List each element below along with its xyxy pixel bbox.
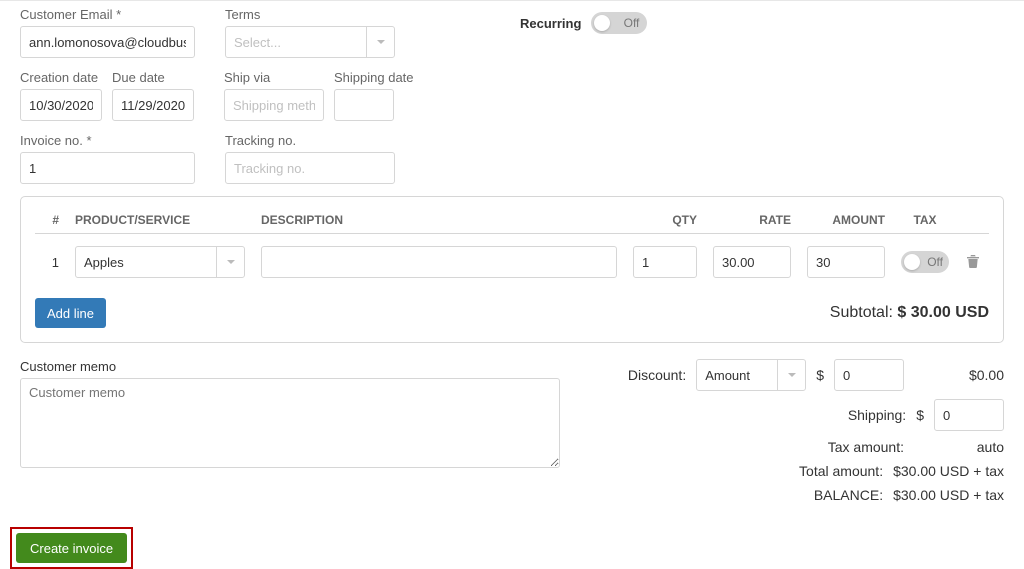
discount-value-input[interactable] bbox=[834, 359, 904, 391]
subtotal-value: $ 30.00 USD bbox=[897, 304, 989, 321]
ship-via-label: Ship via bbox=[224, 70, 324, 85]
shipping-date-input[interactable] bbox=[334, 89, 394, 121]
discount-type-text: Amount bbox=[697, 368, 777, 383]
due-date-label: Due date bbox=[112, 70, 194, 85]
total-amount-value: $30.00 USD + tax bbox=[893, 463, 1004, 479]
recurring-toggle-state: Off bbox=[624, 16, 640, 30]
discount-type-select[interactable]: Amount bbox=[696, 359, 806, 391]
tracking-no-input[interactable] bbox=[225, 152, 395, 184]
discount-result: $0.00 bbox=[914, 367, 1004, 383]
shipping-currency: $ bbox=[916, 407, 924, 423]
line-tax-toggle[interactable]: Off bbox=[901, 251, 949, 273]
customer-email-input[interactable] bbox=[20, 26, 195, 58]
shipping-label: Shipping: bbox=[848, 407, 906, 423]
col-tax: TAX bbox=[901, 213, 949, 227]
line-items-header: # PRODUCT/SERVICE DESCRIPTION QTY RATE A… bbox=[35, 207, 989, 234]
tracking-no-label: Tracking no. bbox=[225, 133, 395, 148]
line-product-select[interactable]: Apples bbox=[75, 246, 245, 278]
customer-memo-input[interactable] bbox=[20, 378, 560, 468]
chevron-down-icon bbox=[777, 360, 805, 390]
line-items-panel: # PRODUCT/SERVICE DESCRIPTION QTY RATE A… bbox=[20, 196, 1004, 343]
col-amount: AMOUNT bbox=[807, 213, 885, 227]
shipping-date-label: Shipping date bbox=[334, 70, 414, 85]
tax-amount-value: auto bbox=[914, 439, 1004, 455]
recurring-toggle[interactable]: Off bbox=[591, 12, 647, 34]
line-row: 1 Apples Off bbox=[35, 234, 989, 286]
terms-select-text: Select... bbox=[226, 35, 366, 50]
create-invoice-button[interactable]: Create invoice bbox=[16, 533, 127, 563]
recurring-label: Recurring bbox=[520, 16, 581, 31]
terms-select[interactable]: Select... bbox=[225, 26, 395, 58]
shipping-value-input[interactable] bbox=[934, 399, 1004, 431]
add-line-button[interactable]: Add line bbox=[35, 298, 106, 328]
col-num: # bbox=[35, 213, 59, 227]
balance-label: BALANCE: bbox=[814, 487, 883, 503]
balance-value: $30.00 USD + tax bbox=[893, 487, 1004, 503]
tax-amount-label: Tax amount: bbox=[828, 439, 904, 455]
line-qty-input[interactable] bbox=[633, 246, 697, 278]
col-qty: QTY bbox=[633, 213, 697, 227]
col-description: DESCRIPTION bbox=[261, 213, 617, 227]
ship-via-input[interactable] bbox=[224, 89, 324, 121]
create-invoice-highlight: Create invoice bbox=[10, 527, 133, 569]
discount-label: Discount: bbox=[628, 367, 686, 383]
customer-email-label: Customer Email * bbox=[20, 7, 195, 22]
terms-label: Terms bbox=[225, 7, 400, 22]
col-product: PRODUCT/SERVICE bbox=[75, 213, 245, 227]
customer-memo-label: Customer memo bbox=[20, 359, 560, 374]
line-tax-toggle-state: Off bbox=[927, 255, 943, 269]
line-num: 1 bbox=[35, 255, 59, 270]
line-rate-input[interactable] bbox=[713, 246, 791, 278]
creation-date-input[interactable] bbox=[20, 89, 102, 121]
total-amount-label: Total amount: bbox=[799, 463, 883, 479]
subtotal-label: Subtotal: bbox=[830, 304, 898, 321]
line-amount-input[interactable] bbox=[807, 246, 885, 278]
invoice-no-label: Invoice no. * bbox=[20, 133, 195, 148]
chevron-down-icon bbox=[366, 27, 394, 57]
creation-date-label: Creation date bbox=[20, 70, 102, 85]
col-rate: RATE bbox=[713, 213, 791, 227]
chevron-down-icon bbox=[216, 247, 244, 277]
discount-currency: $ bbox=[816, 367, 824, 383]
invoice-no-input[interactable] bbox=[20, 152, 195, 184]
line-product-text: Apples bbox=[76, 255, 216, 270]
line-description-input[interactable] bbox=[261, 246, 617, 278]
trash-icon[interactable] bbox=[965, 253, 989, 272]
due-date-input[interactable] bbox=[112, 89, 194, 121]
